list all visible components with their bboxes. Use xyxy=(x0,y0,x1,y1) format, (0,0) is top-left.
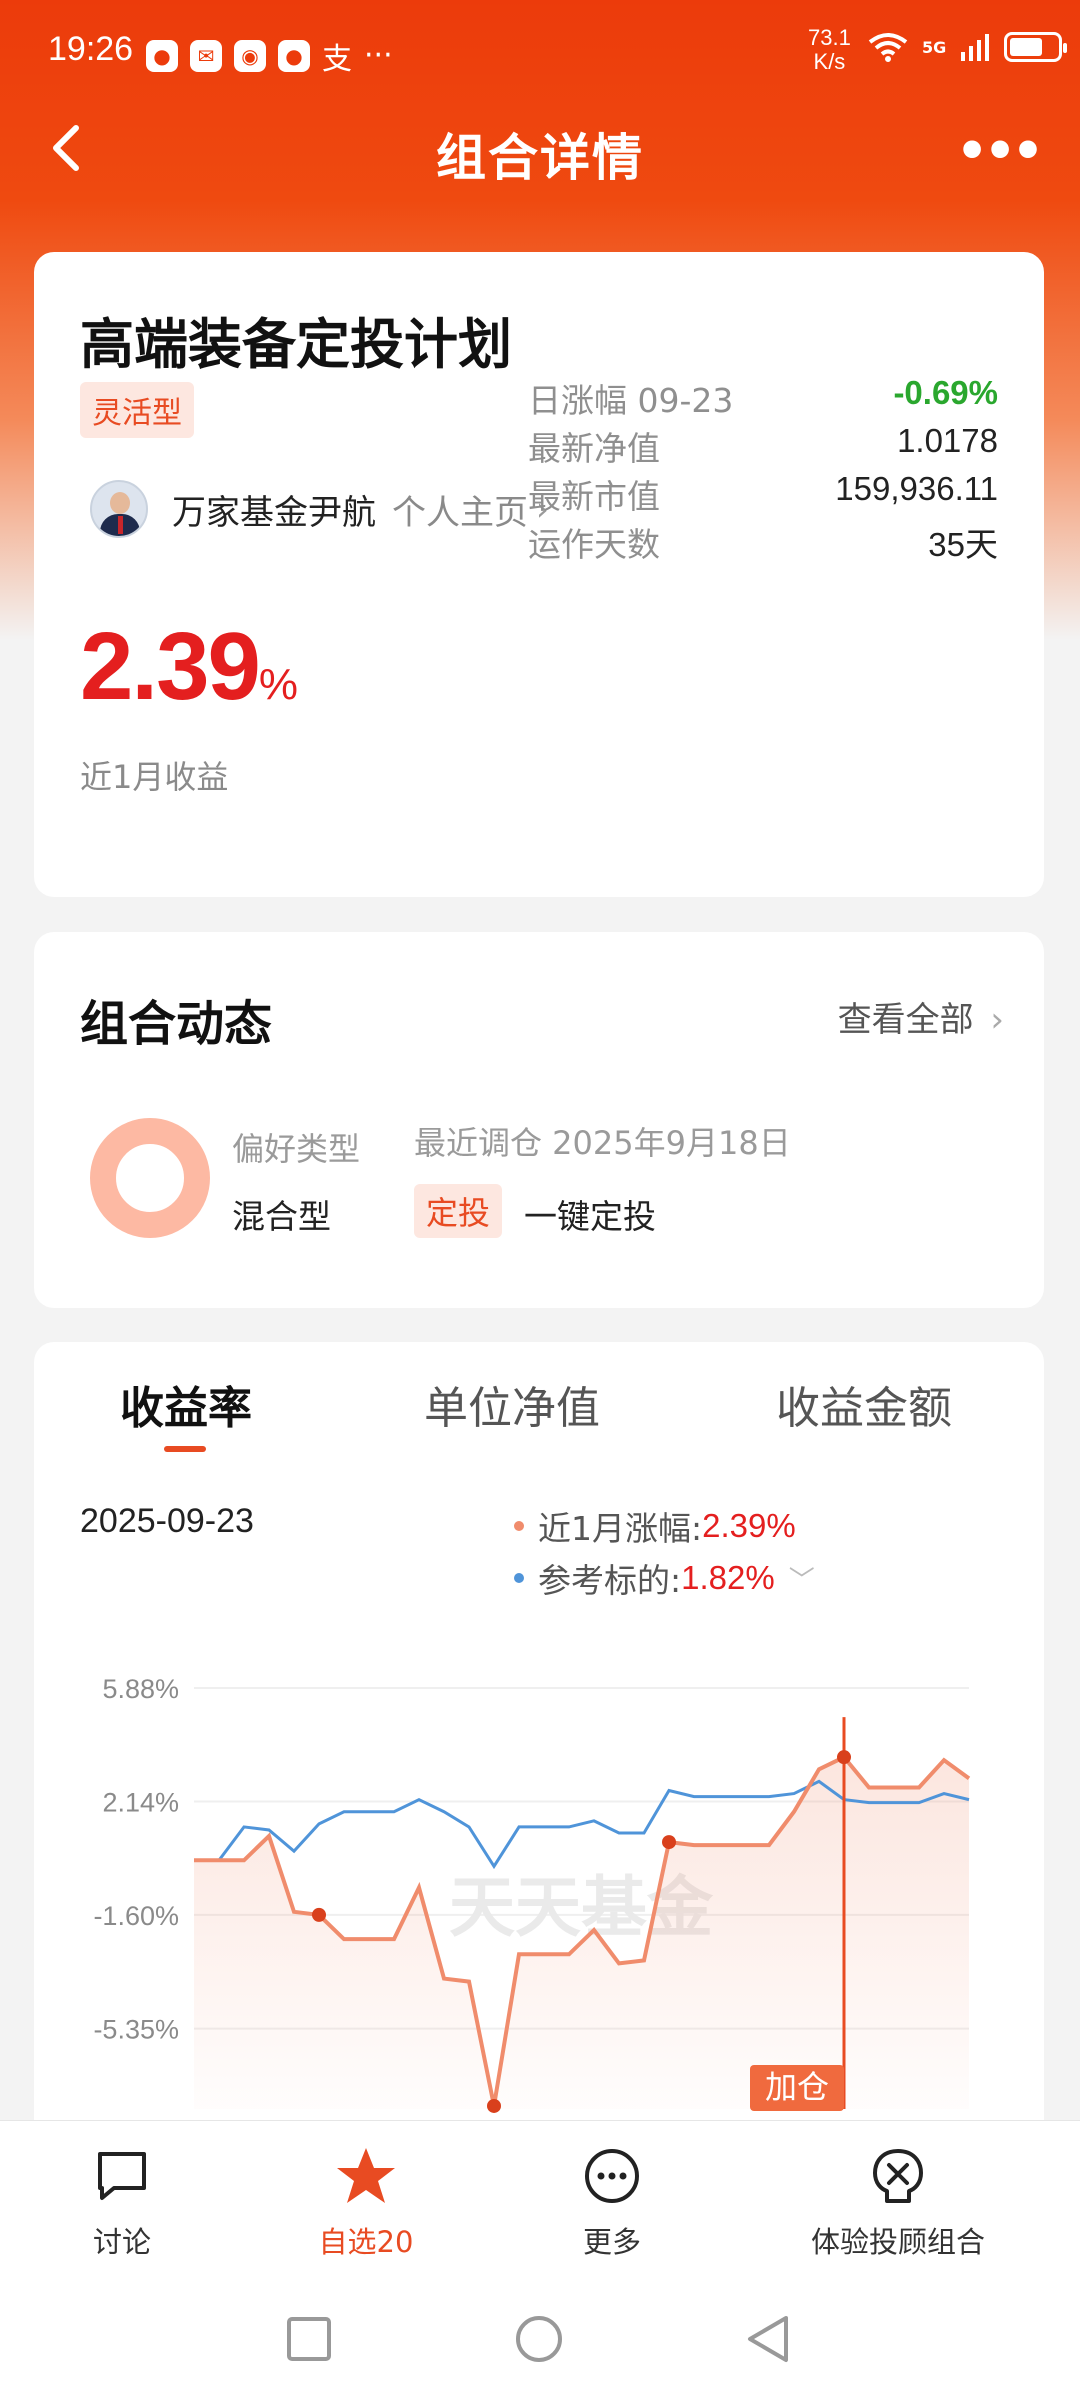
manager-homepage-link[interactable]: 个人主页 xyxy=(392,485,528,534)
marker-label: 加仓 xyxy=(765,2068,829,2106)
portfolio-dynamics-card: 组合动态 查看全部 › 偏好类型 混合型 最近调仓 2025年9月18日 定投 … xyxy=(34,932,1044,1308)
rebalance-date: 最近调仓 2025年9月18日 xyxy=(414,1124,791,1162)
y-tick-label: -5.35% xyxy=(93,2015,179,2045)
data-point-marker xyxy=(487,2098,501,2113)
portfolio-name: 高端装备定投计划 xyxy=(80,313,512,376)
recents-square-icon[interactable] xyxy=(286,2316,332,2362)
qq-icon: ◉ xyxy=(234,40,266,72)
tab-advisor-portfolio[interactable]: 体验投顾组合 xyxy=(798,2145,998,2261)
one-click-dca-link[interactable]: 一键定投 xyxy=(524,1190,656,1238)
more-circle-icon xyxy=(552,2145,672,2207)
tab-more[interactable]: 更多 xyxy=(552,2145,672,2261)
browser-icon: ● xyxy=(146,40,178,72)
section-title: 组合动态 xyxy=(80,996,273,1052)
battery-icon xyxy=(1004,32,1068,62)
signal-icon xyxy=(961,34,990,61)
bottom-tab-bar: 讨论 自选20 更多 体验投顾组合 xyxy=(0,2120,1080,2280)
wechat-icon: ✉ xyxy=(190,40,222,72)
view-all-link[interactable]: 查看全部 › xyxy=(838,992,1004,1041)
status-bar: 19:26 ● ✉ ◉ ● 支 ··· 73.1 K/s 5G xyxy=(0,0,1080,100)
y-tick-label: 5.88% xyxy=(102,1674,179,1704)
preference-value: 混合型 xyxy=(232,1197,331,1236)
manager-row[interactable]: 万家基金尹航 个人主页 › xyxy=(90,480,549,538)
stat-days-running: 运作天数 35天 xyxy=(528,525,998,564)
stat-daily-change: 日涨幅 09-23 -0.69% xyxy=(528,374,998,420)
portfolio-summary-card: 高端装备定投计划 灵活型 万家基金尹航 个人主页 › 2.39% 近1月收益 日… xyxy=(34,252,1044,897)
tab-discussion[interactable]: 讨论 xyxy=(62,2145,182,2261)
network-type: 5G xyxy=(922,37,947,57)
advisor-icon xyxy=(798,2145,998,2207)
data-point-marker xyxy=(662,1835,676,1850)
y-tick-label: -1.60% xyxy=(93,1901,179,1931)
manager-name[interactable]: 万家基金尹航 xyxy=(172,485,376,534)
return-chart[interactable]: 5.88%2.14%-1.60%-5.35%天天基金加仓 xyxy=(34,1342,1044,2142)
notification-icons: ● ✉ ◉ ● 支 ··· xyxy=(146,34,393,78)
preference-label: 偏好类型 xyxy=(232,1130,361,1168)
system-nav-bar xyxy=(0,2280,1080,2400)
tab-watchlist[interactable]: 自选20 xyxy=(306,2145,426,2261)
preference-donut-icon xyxy=(90,1118,210,1238)
stat-nav: 最新净值 1.0178 xyxy=(528,422,998,468)
back-triangle-icon[interactable] xyxy=(744,2314,792,2364)
return-label: 近1月收益 xyxy=(80,758,229,796)
chart-card: 收益率 单位净值 收益金额 2025-09-23 近1月涨幅: 2.39% 参考… xyxy=(34,1342,1044,2142)
y-tick-label: 2.14% xyxy=(102,1787,179,1817)
more-dots-icon[interactable]: ••• xyxy=(956,122,1044,180)
avatar[interactable] xyxy=(90,480,148,538)
return-value: 2.39% xyxy=(80,613,298,720)
chevron-right-icon: › xyxy=(990,1000,1004,1040)
browser-icon: ● xyxy=(278,40,310,72)
portfolio-type-tag: 灵活型 xyxy=(80,382,194,438)
data-point-marker xyxy=(312,1907,326,1922)
alipay-icon: 支 xyxy=(322,42,352,77)
star-icon xyxy=(306,2145,426,2207)
home-circle-icon[interactable] xyxy=(514,2314,564,2364)
data-point-marker xyxy=(837,1750,851,1765)
wifi-icon xyxy=(868,33,908,62)
nav-bar: 组合详情 ••• xyxy=(0,100,1080,200)
network-speed: 73.1 K/s xyxy=(808,25,851,74)
more-notifications-icon: ··· xyxy=(364,38,393,73)
chat-bubble-icon xyxy=(62,2145,182,2207)
status-time: 19:26 xyxy=(48,30,134,68)
stat-market-value: 最新市值 159,936.11 xyxy=(528,470,998,516)
dca-tag: 定投 xyxy=(414,1184,503,1238)
page-title: 组合详情 xyxy=(436,129,644,187)
